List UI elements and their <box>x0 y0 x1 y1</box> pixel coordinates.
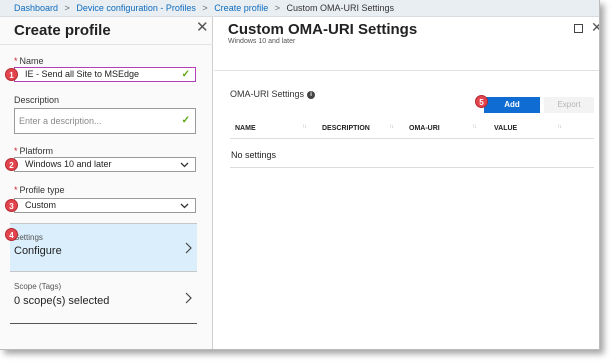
close-icon[interactable]: ✕ <box>196 20 209 35</box>
breadcrumb-separator: > <box>202 3 208 13</box>
maximize-icon[interactable] <box>574 24 583 33</box>
step-marker-1: 1 <box>5 68 18 81</box>
blade-title: Create profile <box>14 22 111 39</box>
platform-label: * Platform <box>14 146 54 156</box>
platform-value: Windows 10 and later <box>25 159 112 169</box>
settings-configure-item[interactable]: Settings Configure <box>10 223 197 272</box>
sort-icon[interactable]: ↑↓ <box>472 124 477 130</box>
valid-check-icon: ✓ <box>181 115 190 126</box>
sort-icon[interactable]: ↑↓ <box>389 124 394 130</box>
valid-check-icon: ✓ <box>181 69 190 80</box>
profile-type-label: * Profile type <box>14 185 65 195</box>
name-input[interactable]: IE - Send all Site to MSEdge ✓ <box>14 67 196 82</box>
scope-value: 0 scope(s) selected <box>14 295 110 307</box>
add-button[interactable]: Add <box>484 97 540 113</box>
breadcrumb-create-profile[interactable]: Create profile <box>214 3 268 13</box>
name-input-value: IE - Send all Site to MSEdge <box>25 69 140 79</box>
blade-title: Custom OMA-URI Settings <box>228 21 418 38</box>
sort-icon[interactable]: ↑↓ <box>302 124 307 130</box>
oma-uri-settings-blade: Custom OMA-URI Settings Windows 10 and l… <box>214 17 599 349</box>
column-header-name[interactable]: NAME <box>235 125 256 132</box>
description-label: Description <box>14 95 60 105</box>
oma-uri-section-label: OMA-URI Settings i <box>230 89 316 99</box>
info-icon[interactable]: i <box>307 91 316 99</box>
breadcrumb-separator: > <box>274 3 280 13</box>
profile-type-select[interactable]: Custom <box>14 198 196 213</box>
column-header-oma-uri[interactable]: OMA-URI <box>409 125 440 132</box>
chevron-right-icon <box>185 292 192 304</box>
chevron-right-icon <box>185 242 192 254</box>
profile-type-value: Custom <box>25 200 57 210</box>
breadcrumb-dashboard[interactable]: Dashboard <box>14 3 58 13</box>
scope-label: Scope (Tags) <box>14 282 62 291</box>
breadcrumb-device-configuration[interactable]: Device configuration - Profiles <box>76 3 196 13</box>
step-marker-3: 3 <box>5 199 18 212</box>
create-profile-blade: Create profile ✕ * Name IE - Send all Sit… <box>0 17 213 349</box>
portal-window: Dashboard > Device configuration - Profi… <box>0 0 600 350</box>
breadcrumb-current: Custom OMA-URI Settings <box>286 3 395 13</box>
breadcrumb: Dashboard > Device configuration - Profi… <box>0 0 599 17</box>
description-placeholder: Enter a description... <box>19 116 102 126</box>
column-header-value[interactable]: VALUE <box>494 125 517 132</box>
breadcrumb-separator: > <box>64 3 70 13</box>
column-header-description[interactable]: DESCRIPTION <box>322 125 370 132</box>
chevron-down-icon <box>180 203 189 209</box>
step-marker-5: 5 <box>475 95 488 108</box>
empty-table-message: No settings <box>231 150 277 160</box>
step-marker-2: 2 <box>5 158 18 171</box>
description-input[interactable]: Enter a description... ✓ <box>14 108 196 134</box>
close-icon[interactable]: ✕ <box>591 20 599 34</box>
sort-icon[interactable]: ↑↓ <box>557 124 562 130</box>
name-label: * Name <box>14 56 44 66</box>
required-asterisk: * <box>14 185 18 195</box>
divider <box>0 44 213 45</box>
blade-subtitle: Windows 10 and later <box>228 38 296 45</box>
divider <box>230 167 594 168</box>
step-marker-4: 4 <box>5 228 18 241</box>
divider <box>230 138 594 139</box>
settings-label: Settings <box>14 233 43 242</box>
required-asterisk: * <box>14 146 18 156</box>
platform-select[interactable]: Windows 10 and later <box>14 157 196 172</box>
scope-tags-item[interactable]: Scope (Tags) 0 scope(s) selected <box>10 274 197 324</box>
required-asterisk: * <box>14 56 18 66</box>
export-button[interactable]: Export <box>544 97 594 113</box>
divider <box>214 70 599 71</box>
settings-value: Configure <box>14 245 62 257</box>
chevron-down-icon <box>180 162 189 168</box>
